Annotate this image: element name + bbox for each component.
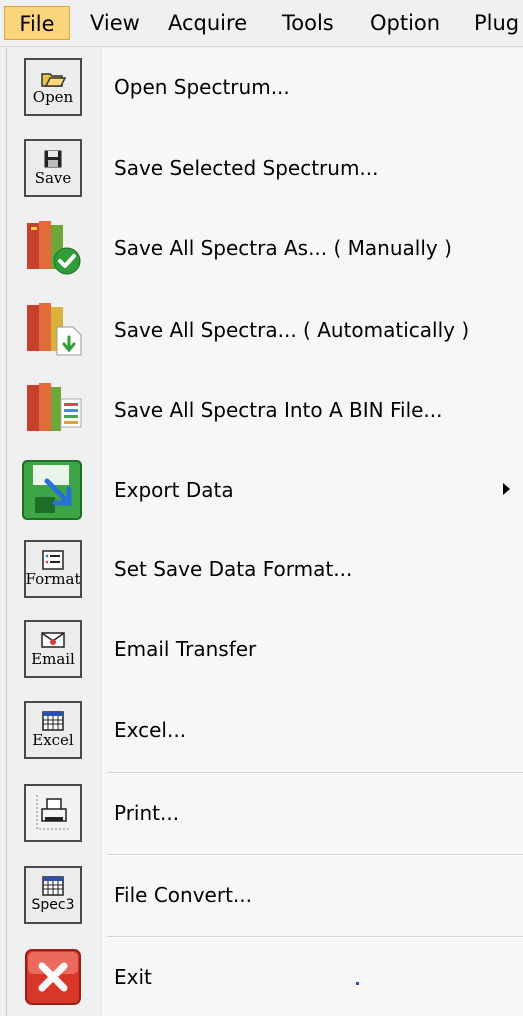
icon-caption: Open <box>32 88 74 106</box>
menu-acquire[interactable]: Acquire <box>168 6 247 40</box>
menu-item-open-spectrum[interactable]: Open Open Spectrum... <box>7 50 523 124</box>
menu-item-label: Save Selected Spectrum... <box>114 156 379 180</box>
menu-item-label: Set Save Data Format... <box>114 557 353 581</box>
menu-item-label: Save All Spectra... ( Automatically ) <box>114 318 470 342</box>
file-menu-dropdown: Open Open Spectrum... Save Save Selected… <box>6 48 523 1016</box>
menu-item-label: Save All Spectra As... ( Manually ) <box>114 236 452 260</box>
icon-caption: Spec3 <box>31 897 75 913</box>
save-disk-icon: Save <box>21 137 85 199</box>
menu-item-label: Email Transfer <box>114 637 257 661</box>
menu-item-save-all-manually[interactable]: Save All Spectra As... ( Manually ) <box>7 211 523 285</box>
menu-item-save-selected-spectrum[interactable]: Save Save Selected Spectrum... <box>7 131 523 205</box>
menu-item-label: Exit <box>114 965 152 989</box>
menu-item-email-transfer[interactable]: Email Email Transfer <box>7 612 523 686</box>
menu-item-save-all-bin[interactable]: Save All Spectra Into A BIN File... <box>7 373 523 447</box>
menu-separator <box>107 772 523 774</box>
open-folder-icon: Open <box>21 56 85 118</box>
menu-item-label: Save All Spectra Into A BIN File... <box>114 398 443 422</box>
menu-bar: File View Acquire Tools Option Plug <box>0 0 523 47</box>
menu-item-label: File Convert... <box>114 883 252 907</box>
books-list-icon <box>21 379 85 441</box>
menu-file[interactable]: File <box>4 6 70 40</box>
menu-item-label: Open Spectrum... <box>114 75 290 99</box>
menu-item-label: Export Data <box>114 478 234 502</box>
menu-item-label: Excel... <box>114 718 187 742</box>
menu-separator <box>107 936 523 938</box>
menu-tools[interactable]: Tools <box>282 6 334 40</box>
email-envelope-icon: Email <box>21 618 85 680</box>
icon-caption: Save <box>34 169 72 187</box>
menu-plug[interactable]: Plug <box>474 6 519 40</box>
format-list-icon: Format <box>21 538 85 600</box>
menu-item-label: Print... <box>114 801 180 825</box>
menu-item-print[interactable]: Print... <box>7 776 523 850</box>
menu-view[interactable]: View <box>90 6 140 40</box>
books-checkmark-icon <box>21 217 85 279</box>
menu-item-export-data[interactable]: Export Data <box>7 453 523 527</box>
icon-caption: Email <box>31 650 75 668</box>
export-disk-icon <box>21 459 85 521</box>
menu-separator <box>107 854 523 856</box>
menu-item-exit[interactable]: Exit <box>7 940 523 1014</box>
icon-caption: Excel <box>32 731 74 749</box>
spec3-grid-icon: Spec3 <box>21 864 85 926</box>
submenu-arrow-icon <box>503 483 510 495</box>
icon-caption: Format <box>25 570 81 588</box>
stray-dot <box>356 982 359 985</box>
menu-item-set-save-data-format[interactable]: Format Set Save Data Format... <box>7 532 523 606</box>
menu-item-excel[interactable]: Excel Excel... <box>7 693 523 767</box>
exit-x-icon <box>21 946 85 1008</box>
printer-icon <box>21 782 85 844</box>
menu-item-save-all-automatically[interactable]: Save All Spectra... ( Automatically ) <box>7 293 523 367</box>
menu-item-file-convert[interactable]: Spec3 File Convert... <box>7 858 523 932</box>
menu-option[interactable]: Option <box>370 6 440 40</box>
books-download-icon <box>21 299 85 361</box>
excel-grid-icon: Excel <box>21 699 85 761</box>
